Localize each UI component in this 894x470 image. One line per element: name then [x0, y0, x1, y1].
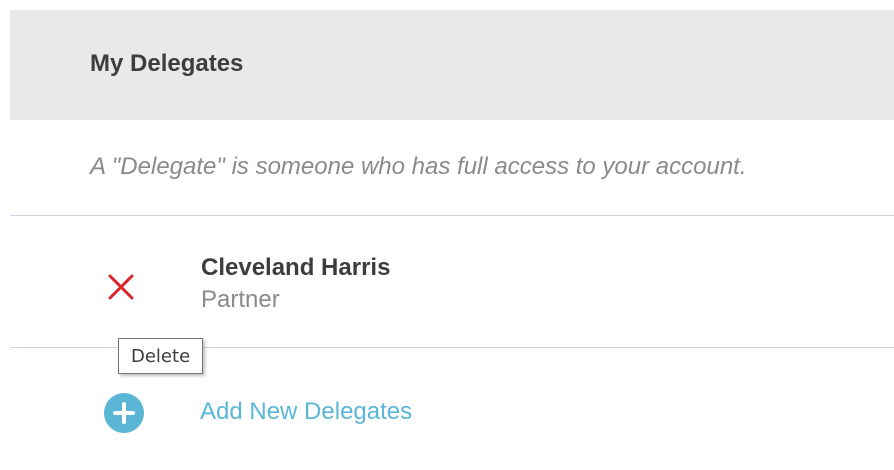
- plus-circle-icon: [104, 393, 144, 433]
- delegate-list-item: Cleveland Harris Partner: [10, 216, 894, 347]
- add-delegate-button[interactable]: [104, 393, 144, 433]
- page-title: My Delegates: [90, 50, 244, 77]
- delegate-description: A "Delegate" is someone who has full acc…: [90, 153, 747, 180]
- delete-delegate-button[interactable]: [106, 272, 136, 302]
- delegate-name: Cleveland Harris: [201, 254, 391, 281]
- add-delegate-link[interactable]: Add New Delegates: [200, 398, 412, 426]
- delegates-panel: My Delegates A "Delegate" is someone who…: [10, 10, 894, 470]
- add-delegate-row: Add New Delegates: [10, 388, 894, 438]
- delete-tooltip: Delete: [118, 338, 204, 374]
- delegate-role: Partner: [201, 286, 280, 313]
- panel-header: My Delegates: [10, 10, 894, 120]
- close-icon: [108, 274, 134, 300]
